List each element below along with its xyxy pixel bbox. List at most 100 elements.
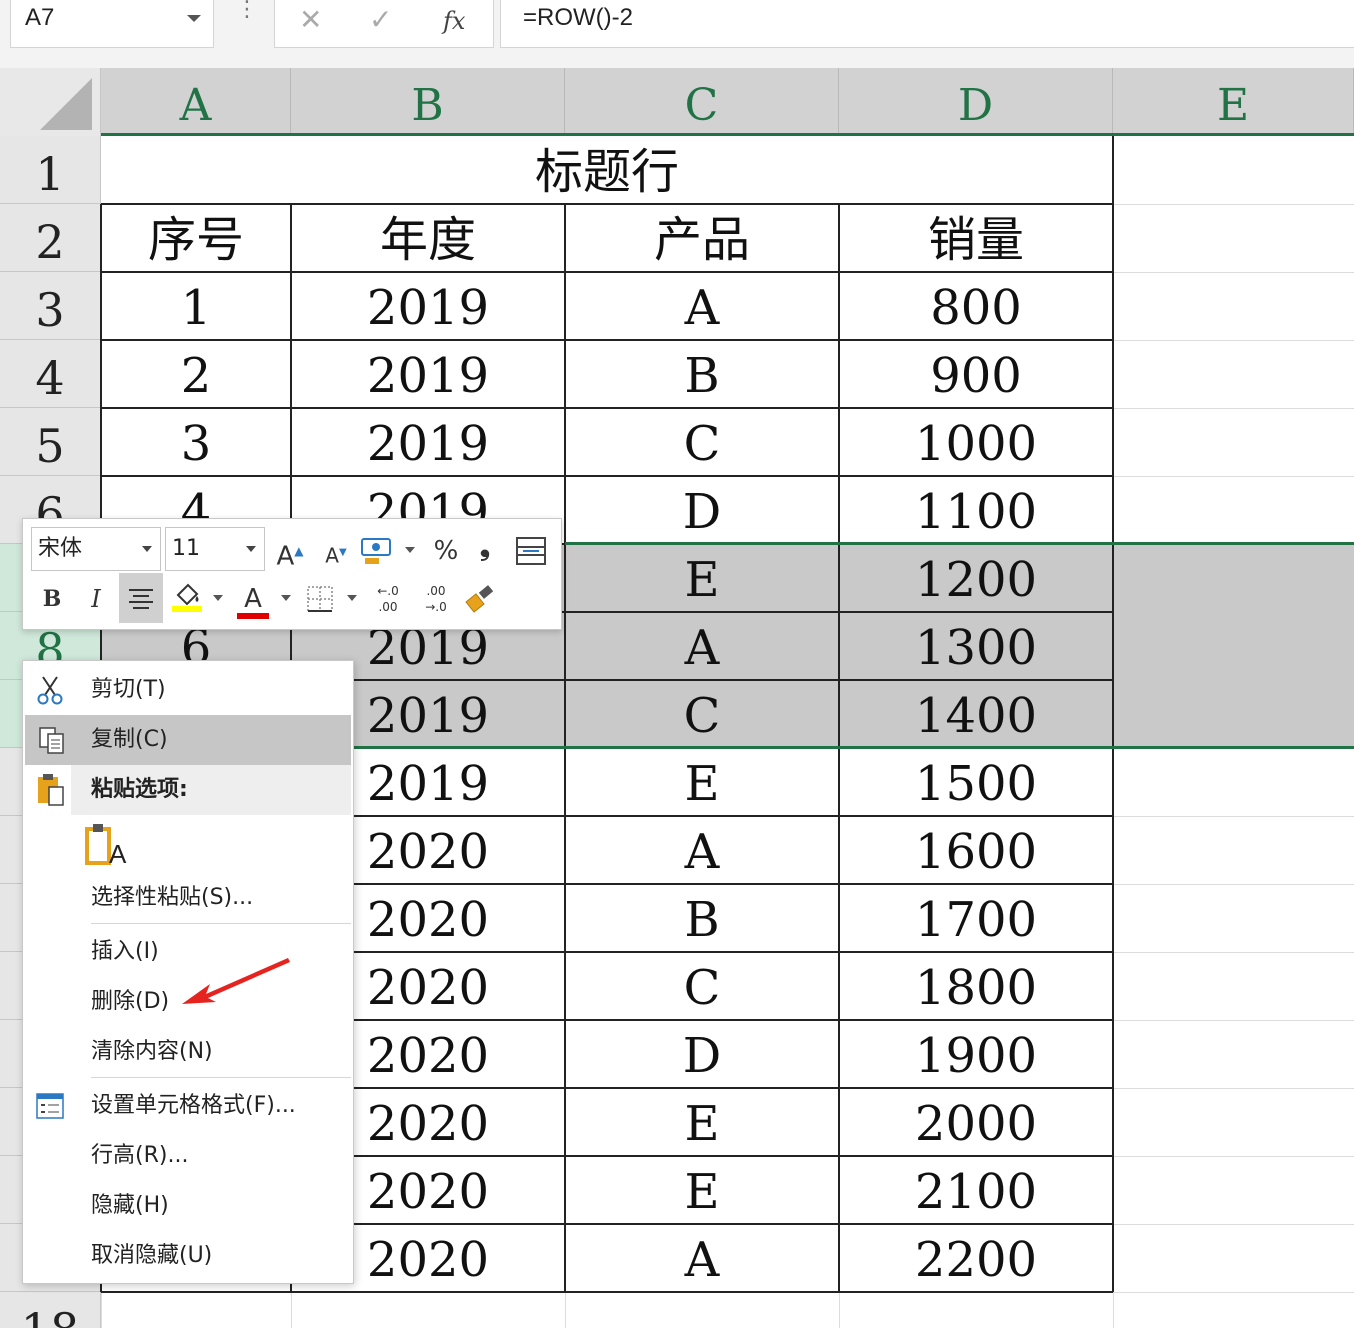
header-cell[interactable]: 年度 (291, 206, 565, 272)
paste-keep-text-icon[interactable]: A (85, 821, 129, 867)
table-cell[interactable]: A (565, 274, 839, 340)
table-cell[interactable]: 2100 (839, 1158, 1113, 1224)
enter-icon[interactable]: ✓ (369, 3, 392, 36)
row-header-4[interactable]: 4 (0, 340, 101, 408)
align-center-button[interactable] (119, 573, 163, 623)
increase-decimal-button[interactable]: ←.0 .00 (367, 577, 409, 621)
table-cell[interactable]: 2019 (291, 410, 565, 476)
font-size-combo[interactable]: 11 (165, 527, 265, 571)
row-header-1[interactable]: 1 (0, 136, 101, 204)
table-cell[interactable]: E (565, 546, 839, 612)
table-cell[interactable]: 1800 (839, 954, 1113, 1020)
format-painter-button[interactable] (459, 577, 499, 621)
menu-item-label: 清除内容(N) (91, 1039, 213, 1064)
insert-function-icon[interactable]: fx (443, 7, 465, 35)
table-cell[interactable]: 1100 (839, 478, 1113, 544)
bold-button[interactable]: B (35, 577, 69, 621)
table-cell[interactable]: B (565, 886, 839, 952)
format-table-button[interactable] (511, 529, 551, 573)
table-cell[interactable]: E (565, 1158, 839, 1224)
chevron-down-icon[interactable] (347, 595, 357, 601)
table-cell[interactable]: C (565, 410, 839, 476)
table-cell[interactable]: 2000 (839, 1090, 1113, 1156)
column-header-d[interactable]: D (839, 68, 1113, 136)
comma-style-button[interactable]: ❟ (471, 525, 499, 569)
select-all-button[interactable] (0, 68, 101, 136)
menu-item-label: 插入(I) (91, 939, 159, 964)
borders-button[interactable] (303, 577, 337, 621)
decrease-decimal-button[interactable]: .00 →.0 (415, 577, 457, 621)
chevron-down-icon[interactable] (142, 546, 152, 552)
formula-input[interactable]: =ROW()-2 (500, 0, 1354, 48)
grow-font-button[interactable]: A▲ (273, 529, 307, 573)
table-cell[interactable]: 1500 (839, 750, 1113, 816)
table-cell[interactable]: 3 (101, 410, 291, 476)
menu-item-paste-special[interactable]: 选择性粘贴(S)... (23, 873, 353, 923)
menu-item-row-height[interactable]: 行高(R)... (23, 1131, 353, 1181)
table-cell[interactable]: 800 (839, 274, 1113, 340)
table-cell[interactable]: A (565, 1226, 839, 1292)
accounting-format-icon (361, 538, 391, 564)
table-cell[interactable]: D (565, 1022, 839, 1088)
chevron-down-icon[interactable] (246, 546, 256, 552)
table-cell[interactable]: B (565, 342, 839, 408)
table-cell[interactable]: D (565, 478, 839, 544)
name-box[interactable]: A7 (10, 0, 214, 48)
table-cell[interactable]: 2019 (291, 274, 565, 340)
table-cell[interactable]: 2019 (291, 342, 565, 408)
chevron-down-icon[interactable] (281, 595, 291, 601)
font-color-icon: A (244, 584, 262, 614)
chevron-down-icon[interactable] (187, 15, 201, 22)
menu-item-cut[interactable]: 剪切(T) (23, 665, 353, 715)
font-name-combo[interactable]: 宋体 (31, 527, 161, 571)
menu-item-unhide[interactable]: 取消隐藏(U) (23, 1231, 353, 1281)
cancel-icon[interactable]: ✕ (299, 3, 322, 36)
font-color-button[interactable]: A (235, 577, 271, 621)
menu-item-label: 设置单元格格式(F)... (91, 1093, 296, 1118)
more-options-icon[interactable]: ⋮ (236, 0, 258, 21)
table-cell[interactable]: 2200 (839, 1226, 1113, 1292)
row-header-18[interactable]: 18 (0, 1292, 101, 1328)
table-cell[interactable]: 1000 (839, 410, 1113, 476)
table-cell[interactable]: E (565, 1090, 839, 1156)
italic-button[interactable]: I (79, 577, 113, 621)
column-header-e[interactable]: E (1113, 68, 1354, 136)
row-header-3[interactable]: 3 (0, 272, 101, 340)
fill-color-button[interactable] (169, 577, 205, 621)
table-cell[interactable]: 900 (839, 342, 1113, 408)
header-cell[interactable]: 产品 (565, 206, 839, 272)
chevron-down-icon[interactable] (405, 547, 415, 553)
menu-item-copy[interactable]: 复制(C) (25, 715, 351, 765)
table-cell[interactable]: 1700 (839, 886, 1113, 952)
column-header-b[interactable]: B (291, 68, 565, 136)
shrink-font-button[interactable]: A▼ (319, 531, 353, 575)
table-cell[interactable]: 2 (101, 342, 291, 408)
menu-item-hide[interactable]: 隐藏(H) (23, 1181, 353, 1231)
table-cell[interactable]: 1900 (839, 1022, 1113, 1088)
chevron-down-icon[interactable] (213, 595, 223, 601)
table-cell[interactable]: C (565, 954, 839, 1020)
table-cell[interactable]: E (565, 750, 839, 816)
menu-item-format-cells[interactable]: 设置单元格格式(F)... (23, 1081, 353, 1131)
scissors-icon (37, 676, 63, 705)
table-cell[interactable]: 1600 (839, 818, 1113, 884)
table-cell[interactable]: 1400 (839, 682, 1113, 748)
table-cell[interactable]: C (565, 682, 839, 748)
accounting-format-button[interactable] (357, 529, 397, 573)
menu-item-clear-contents[interactable]: 清除内容(N) (23, 1027, 353, 1077)
table-cell[interactable]: A (565, 614, 839, 680)
percent-style-button[interactable]: % (427, 529, 465, 573)
column-header-c[interactable]: C (565, 68, 839, 136)
header-cell[interactable]: 销量 (839, 206, 1113, 272)
header-cell[interactable]: 序号 (101, 206, 291, 272)
table-cell[interactable]: 1300 (839, 614, 1113, 680)
annotation-arrow-icon (182, 958, 290, 1004)
table-cell[interactable]: 1 (101, 274, 291, 340)
row-header-2[interactable]: 2 (0, 204, 101, 272)
table-cell[interactable]: 1200 (839, 546, 1113, 612)
column-header-a[interactable]: A (101, 68, 291, 136)
title-cell[interactable]: 标题行 (101, 138, 1113, 204)
row-header-5[interactable]: 5 (0, 408, 101, 476)
table-cell[interactable]: A (565, 818, 839, 884)
formula-buttons: ✕ ✓ fx (274, 0, 494, 48)
